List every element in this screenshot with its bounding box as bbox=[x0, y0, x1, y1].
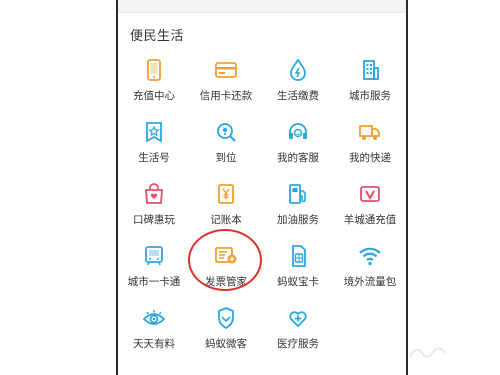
grid-item-label: 口碑惠玩 bbox=[133, 214, 175, 226]
grid-item-utility-payment[interactable]: 生活缴费 bbox=[262, 48, 334, 108]
watermark-logo bbox=[409, 347, 447, 358]
grid-item-ant-weike[interactable]: 蚂蚁微客 bbox=[190, 296, 262, 356]
grid-item-label: 城市一卡通 bbox=[127, 276, 181, 288]
grid-item-top-up-center[interactable]: 充值中心 bbox=[118, 48, 190, 108]
grid-item-label: 城市服务 bbox=[349, 90, 391, 102]
grid-row: 天天有料 蚂蚁微客 医疗服务 bbox=[118, 296, 406, 356]
grid-item-account-book[interactable]: 记账本 bbox=[190, 172, 262, 232]
grid-item-medical-service[interactable]: 医疗服务 bbox=[262, 296, 334, 356]
grid-item-label: 羊城通充值 bbox=[343, 214, 397, 226]
grid-item-daily-news[interactable]: 天天有料 bbox=[118, 296, 190, 356]
credit-card-icon bbox=[214, 58, 238, 82]
grid-row: 城市一卡通 发票管家 蚂蚁宝卡 境外流量包 bbox=[118, 234, 406, 294]
grid-item-fuel-service[interactable]: 加油服务 bbox=[262, 172, 334, 232]
grid-item-daowei[interactable]: 到位 bbox=[190, 110, 262, 170]
invoice-icon bbox=[214, 244, 238, 268]
medical-icon bbox=[286, 306, 310, 330]
grid-item-label: 蚂蚁宝卡 bbox=[277, 276, 319, 288]
grid-item-label: 生活缴费 bbox=[277, 90, 319, 102]
grid-item-koubei-play[interactable]: 口碑惠玩 bbox=[118, 172, 190, 232]
grid-item-ant-sim-card[interactable]: 蚂蚁宝卡 bbox=[262, 234, 334, 294]
ant-shield-icon bbox=[214, 306, 238, 330]
grid-item-label: 信用卡还款 bbox=[199, 90, 253, 102]
building-icon bbox=[358, 58, 382, 82]
grid-item-city-services[interactable]: 城市服务 bbox=[334, 48, 406, 108]
eye-icon bbox=[142, 306, 166, 330]
water-drop-icon bbox=[286, 58, 310, 82]
grid-item-label: 境外流量包 bbox=[343, 276, 397, 288]
wifi-icon bbox=[358, 244, 382, 268]
grid-item-credit-card-repay[interactable]: 信用卡还款 bbox=[190, 48, 262, 108]
grid-row: 充值中心 信用卡还款 生活缴费 城市服务 bbox=[118, 48, 406, 108]
v-card-icon bbox=[358, 182, 382, 206]
grid-item-label: 我的快递 bbox=[349, 152, 391, 164]
grid-item-label: 发票管家 bbox=[205, 276, 247, 288]
phone-icon bbox=[142, 58, 166, 82]
city-card-icon bbox=[142, 244, 166, 268]
grid-item-life-account[interactable]: 生活号 bbox=[118, 110, 190, 170]
star-bookmark-icon bbox=[142, 120, 166, 144]
location-search-icon bbox=[214, 120, 238, 144]
grid-item-label: 充值中心 bbox=[133, 90, 175, 102]
ledger-icon bbox=[214, 182, 238, 206]
grid-item-label: 生活号 bbox=[138, 152, 170, 164]
grid-item-my-express[interactable]: 我的快递 bbox=[334, 110, 406, 170]
grid-item-label: 天天有料 bbox=[133, 338, 175, 350]
grid-item-label: 加油服务 bbox=[277, 214, 319, 226]
grid-row: 生活号 到位 我的客服 我的快递 bbox=[118, 110, 406, 170]
service-panel: 便民生活 充值中心 信用卡还款 生活缴费 城市服务 生活号 到位 我的客服 我的… bbox=[118, 0, 406, 375]
grid-item-label: 到位 bbox=[215, 152, 237, 164]
truck-icon bbox=[358, 120, 382, 144]
screen: 便民生活 充值中心 信用卡还款 生活缴费 城市服务 生活号 到位 我的客服 我的… bbox=[0, 0, 500, 375]
section-title: 便民生活 bbox=[130, 29, 185, 44]
grid-item-label: 我的客服 bbox=[277, 152, 319, 164]
headset-icon bbox=[286, 120, 310, 144]
grid-row: 口碑惠玩 记账本 加油服务 羊城通充值 bbox=[118, 172, 406, 232]
grid-item-label: 记账本 bbox=[210, 214, 242, 226]
phone-frame-right-edge bbox=[406, 0, 408, 375]
shopping-bag-icon bbox=[142, 182, 166, 206]
grid-item-city-card[interactable]: 城市一卡通 bbox=[118, 234, 190, 294]
grid-item-overseas-data-pack[interactable]: 境外流量包 bbox=[334, 234, 406, 294]
grid-item-my-customer-service[interactable]: 我的客服 bbox=[262, 110, 334, 170]
fuel-pump-icon bbox=[286, 182, 310, 206]
section-divider bbox=[118, 0, 406, 13]
sim-card-icon bbox=[286, 244, 310, 268]
grid-item-invoice-manager[interactable]: 发票管家 bbox=[190, 234, 262, 294]
grid-item-label: 医疗服务 bbox=[277, 338, 319, 350]
grid-item-label: 蚂蚁微客 bbox=[205, 338, 247, 350]
grid-item-yangchengtong-topup[interactable]: 羊城通充值 bbox=[334, 172, 406, 232]
